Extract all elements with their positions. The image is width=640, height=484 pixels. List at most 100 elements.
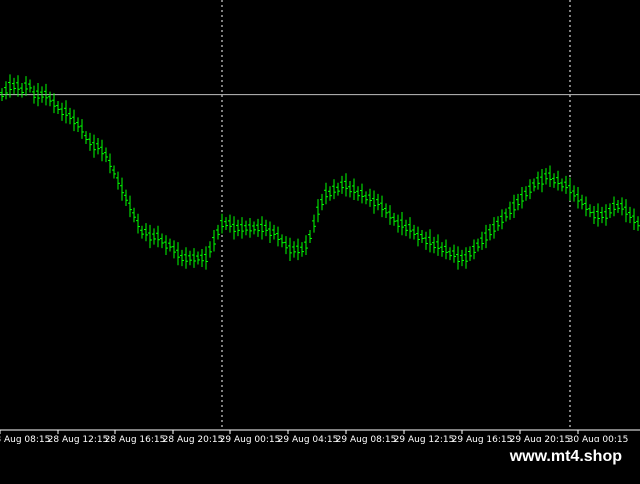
price-bar	[456, 246, 460, 270]
price-bar	[632, 208, 636, 231]
price-bar	[192, 248, 196, 268]
price-bar	[196, 251, 200, 265]
price-bar	[544, 168, 548, 185]
price-bar	[420, 230, 424, 243]
price-bar	[296, 238, 300, 261]
price-bar	[232, 216, 236, 240]
price-bar	[76, 117, 80, 133]
price-bar	[412, 224, 416, 240]
price-bar	[52, 93, 56, 114]
price-bar	[280, 234, 284, 248]
price-bar	[68, 107, 72, 125]
price-bar	[396, 214, 400, 233]
price-bar	[84, 131, 88, 145]
price-bar	[20, 82, 24, 98]
price-bar	[172, 240, 176, 259]
price-bar	[384, 203, 388, 219]
price-bar	[616, 199, 620, 213]
price-bar	[188, 250, 192, 266]
price-bar	[264, 219, 268, 237]
price-bar	[584, 196, 588, 217]
price-bar	[220, 213, 224, 234]
price-bar	[236, 219, 240, 237]
price-bar	[472, 239, 476, 260]
price-bar	[636, 216, 640, 231]
price-bar	[448, 247, 452, 261]
price-bar	[364, 191, 368, 205]
price-bar	[212, 230, 216, 252]
price-bar	[480, 231, 484, 250]
price-bar	[556, 170, 560, 191]
price-bar	[440, 242, 444, 257]
price-bar	[12, 77, 16, 95]
price-bar	[64, 100, 68, 124]
price-bar	[464, 247, 468, 269]
price-bar	[252, 221, 256, 235]
price-bar	[16, 75, 20, 97]
price-chart[interactable]: 28 Aug 08:1528 Aug 12:1528 Aug 16:1528 A…	[0, 0, 640, 480]
price-bar	[432, 236, 436, 254]
price-bar	[168, 238, 172, 252]
price-bar	[156, 225, 160, 248]
price-bar	[304, 235, 308, 255]
price-bar	[28, 79, 32, 93]
price-bar	[108, 153, 112, 174]
chart-svg: 28 Aug 08:1528 Aug 12:1528 Aug 16:1528 A…	[0, 0, 640, 445]
price-bar	[116, 171, 120, 190]
price-bar	[620, 197, 624, 216]
price-bar	[88, 132, 92, 151]
price-bar	[400, 211, 404, 236]
price-bar	[328, 186, 332, 201]
price-bar	[484, 224, 488, 249]
price-bar	[308, 230, 312, 243]
price-bar	[128, 195, 132, 218]
price-bar	[332, 179, 336, 200]
price-bar	[320, 193, 324, 211]
price-bar	[284, 236, 288, 255]
price-bar	[476, 238, 480, 252]
price-bar	[380, 195, 384, 218]
price-bar	[592, 205, 596, 225]
price-bar	[144, 223, 148, 242]
price-bar	[352, 178, 356, 200]
price-bar	[204, 246, 208, 270]
price-bar	[56, 101, 60, 114]
price-bar	[552, 173, 556, 188]
price-bar	[124, 189, 128, 206]
price-bar	[368, 188, 372, 207]
price-bar	[500, 209, 504, 230]
price-bar	[520, 187, 524, 209]
price-bar	[288, 237, 292, 262]
price-bar	[356, 186, 360, 201]
price-bar	[588, 204, 592, 218]
price-bar	[392, 212, 396, 226]
price-bar	[624, 199, 628, 223]
price-bar	[120, 177, 124, 201]
price-bar	[244, 220, 248, 236]
price-bar	[488, 224, 492, 241]
price-bar	[492, 217, 496, 239]
price-bar	[436, 234, 440, 256]
price-bar	[96, 138, 100, 155]
x-tick-label: 28 Aug 12:15	[48, 435, 109, 445]
price-bar	[576, 187, 580, 209]
x-tick-label: 29 Aug 04:15	[278, 435, 339, 445]
watermark-label: www.mt4.shop	[499, 442, 632, 472]
price-bar	[112, 165, 116, 179]
price-bar	[224, 217, 228, 231]
price-bar	[336, 182, 340, 196]
price-bar	[152, 228, 156, 245]
price-bar	[340, 175, 344, 194]
price-bar	[184, 247, 188, 269]
price-bar	[300, 242, 304, 257]
price-bar	[140, 225, 144, 239]
price-bar	[404, 219, 408, 237]
price-bar	[148, 224, 152, 249]
price-bar	[160, 233, 164, 249]
price-bar	[496, 216, 500, 231]
price-bar	[4, 81, 8, 100]
price-bar	[460, 249, 464, 267]
price-bar	[276, 226, 280, 247]
price-bar	[360, 183, 364, 204]
price-bar	[240, 217, 244, 239]
